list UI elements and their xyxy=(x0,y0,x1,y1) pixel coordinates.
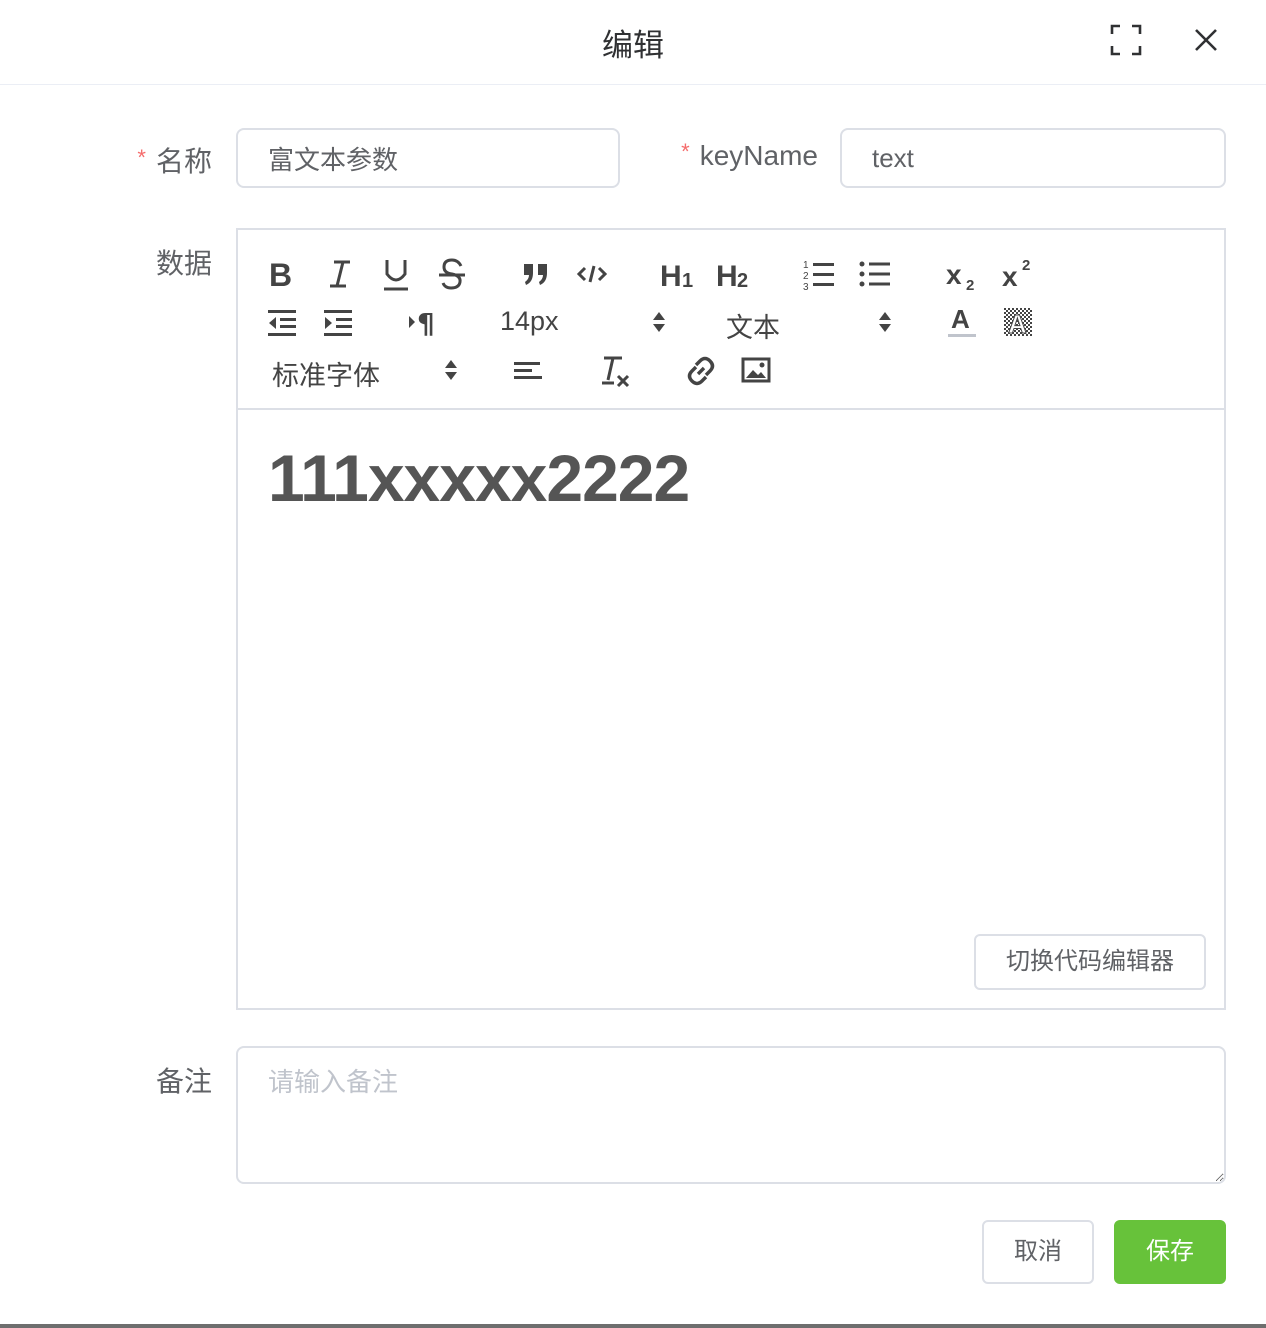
underline-icon[interactable] xyxy=(380,254,412,294)
edit-dialog: 编辑 * 名称 * keyName 数据 B xyxy=(0,0,1266,1324)
svg-text:H: H xyxy=(716,260,738,293)
image-icon[interactable] xyxy=(740,350,772,390)
keyname-label-text: keyName xyxy=(699,140,818,171)
font-family-picker-arrow-icon[interactable] xyxy=(444,358,458,382)
cancel-button[interactable]: 取消 xyxy=(982,1220,1094,1284)
required-mark: * xyxy=(137,145,146,170)
svg-text:B: B xyxy=(269,257,292,293)
required-mark: * xyxy=(681,139,690,164)
name-input[interactable] xyxy=(236,128,620,188)
subscript-icon[interactable]: x2 xyxy=(944,254,980,294)
font-size-picker-arrow-icon[interactable] xyxy=(652,310,666,334)
svg-text:1: 1 xyxy=(682,270,693,292)
close-icon[interactable] xyxy=(1188,22,1224,58)
font-family-picker[interactable]: 标准字体 xyxy=(272,354,380,393)
font-color-icon[interactable]: A xyxy=(946,300,978,342)
code-block-icon[interactable] xyxy=(576,254,608,294)
editor-content[interactable]: 111xxxxx2222 xyxy=(268,440,690,516)
keyname-input[interactable] xyxy=(840,128,1226,188)
fullscreen-icon[interactable] xyxy=(1108,22,1144,58)
svg-text:2: 2 xyxy=(803,271,809,282)
editor-toolbar: B H1 H2 123 x 2 x 2 ¶ 14px 文本 A A 标准字体 xyxy=(238,230,1224,410)
align-icon[interactable] xyxy=(512,350,544,390)
italic-icon[interactable] xyxy=(324,254,356,294)
bullet-list-icon[interactable] xyxy=(858,254,892,294)
h2-icon[interactable]: H2 xyxy=(714,254,754,294)
blockquote-icon[interactable] xyxy=(520,254,552,294)
svg-text:H: H xyxy=(660,260,682,293)
ordered-list-icon[interactable]: 123 xyxy=(802,254,836,294)
svg-text:3: 3 xyxy=(803,282,809,293)
svg-text:1: 1 xyxy=(803,260,809,271)
svg-text:¶: ¶ xyxy=(417,307,435,340)
rtl-icon[interactable]: ¶ xyxy=(406,302,440,342)
svg-text:A: A xyxy=(1008,309,1027,339)
bottom-border xyxy=(0,1324,1266,1328)
superscript-icon[interactable]: x2 xyxy=(1000,254,1036,294)
clean-format-icon[interactable] xyxy=(598,350,632,390)
name-label-text: 名称 xyxy=(155,146,212,177)
svg-text:A: A xyxy=(951,304,970,334)
outdent-icon[interactable] xyxy=(266,302,298,342)
strike-icon[interactable] xyxy=(436,254,468,294)
switch-code-editor-button[interactable]: 切换代码编辑器 xyxy=(974,934,1206,990)
dialog-header: 编辑 xyxy=(0,0,1266,85)
header-picker-arrow-icon[interactable] xyxy=(878,310,892,334)
svg-text:x: x xyxy=(1002,261,1018,292)
bold-icon[interactable]: B xyxy=(266,254,298,294)
save-button[interactable]: 保存 xyxy=(1114,1220,1226,1284)
h1-icon[interactable]: H1 xyxy=(658,254,698,294)
font-size-picker[interactable]: 14px xyxy=(500,306,559,337)
keyname-label: * keyName xyxy=(650,139,818,172)
name-label: * 名称 xyxy=(120,140,212,180)
rich-text-editor: B H1 H2 123 x 2 x 2 ¶ 14px 文本 A A 标准字体 1… xyxy=(236,228,1226,1010)
link-icon[interactable] xyxy=(684,350,718,390)
header-picker[interactable]: 文本 xyxy=(726,306,780,345)
indent-icon[interactable] xyxy=(322,302,354,342)
svg-text:x: x xyxy=(946,259,962,290)
remark-textarea[interactable] xyxy=(236,1046,1226,1184)
svg-text:2: 2 xyxy=(1022,257,1030,274)
svg-text:2: 2 xyxy=(737,270,748,292)
data-label: 数据 xyxy=(155,248,212,279)
svg-text:2: 2 xyxy=(966,277,974,294)
remark-label: 备注 xyxy=(155,1066,212,1097)
background-color-icon[interactable]: A xyxy=(1002,302,1034,342)
dialog-title: 编辑 xyxy=(602,28,664,63)
